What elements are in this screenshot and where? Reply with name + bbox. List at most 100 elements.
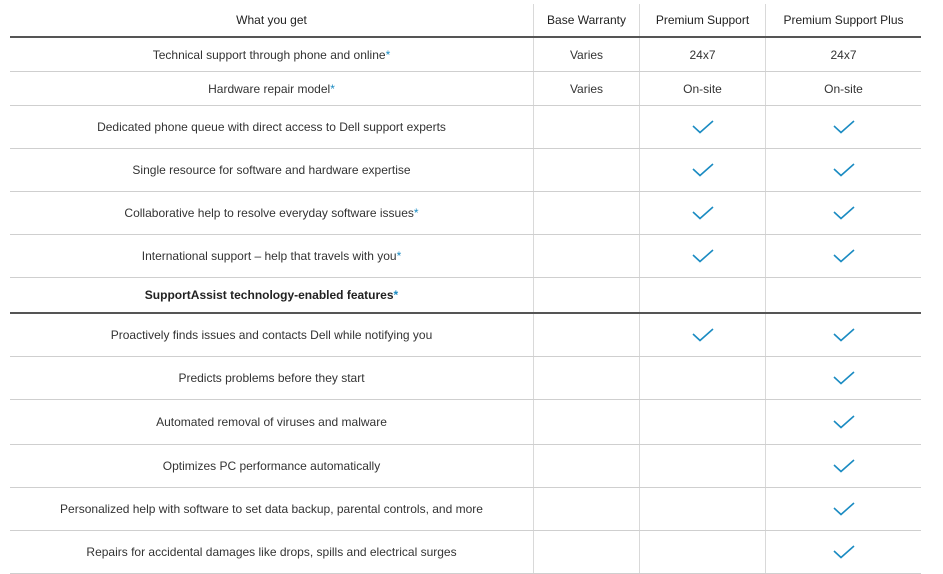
table-row: Repairs for accidental damages like drop…: [10, 531, 921, 574]
premium-support-plus-cell: [765, 106, 921, 148]
premium-support-plus-cell: [765, 488, 921, 530]
premium-support-cell: [639, 192, 765, 234]
header-premium-support: Premium Support: [639, 4, 765, 36]
feature-text: Hardware repair model: [208, 81, 331, 96]
feature-text: SupportAssist technology-enabled feature…: [144, 288, 394, 302]
premium-support-plus-cell: [765, 314, 921, 356]
checkmark-icon: [832, 459, 855, 473]
premium-support-cell: [639, 357, 765, 399]
premium-support-plus-cell: [765, 149, 921, 191]
feature-label: Hardware repair model *: [10, 72, 533, 105]
checkmark-icon: [832, 371, 855, 385]
feature-label: Proactively finds issues and contacts De…: [10, 314, 533, 356]
premium-support-cell: [639, 235, 765, 277]
premium-support-cell: [639, 314, 765, 356]
checkmark-icon: [832, 206, 855, 220]
base-warranty-cell: Varies: [533, 38, 639, 71]
feature-label: Optimizes PC performance automatically: [10, 445, 533, 487]
footnote-asterisk: *: [396, 249, 402, 263]
premium-support-plus-cell: On-site: [765, 72, 921, 105]
table-row: Technical support through phone and onli…: [10, 38, 921, 72]
premium-support-plus-cell: [765, 357, 921, 399]
base-warranty-cell: Varies: [533, 72, 639, 105]
feature-text: Single resource for software and hardwar…: [132, 163, 411, 177]
table-row: Hardware repair model * Varies On-site On-si…: [10, 72, 921, 106]
checkmark-icon: [832, 163, 855, 177]
feature-text: Automated removal of viruses and malware: [156, 415, 387, 429]
feature-label: Single resource for software and hardwar…: [10, 149, 533, 191]
premium-support-plus-cell: [765, 278, 921, 312]
table-row: Collaborative help to resolve everyday s…: [10, 192, 921, 235]
feature-label: Repairs for accidental damages like drop…: [10, 531, 533, 573]
premium-support-plus-cell: [765, 531, 921, 573]
feature-label: Predicts problems before they start: [10, 357, 533, 399]
checkmark-icon: [832, 328, 855, 342]
feature-label: International support – help that travel…: [10, 235, 533, 277]
feature-label: Personalized help with software to set d…: [10, 488, 533, 530]
checkmark-icon: [691, 120, 714, 134]
footnote-asterisk: *: [385, 47, 391, 62]
comparison-table: What you get Base Warranty Premium Suppo…: [10, 4, 921, 574]
feature-label: Dedicated phone queue with direct access…: [10, 106, 533, 148]
base-warranty-cell: [533, 278, 639, 312]
premium-support-cell: 24x7: [639, 38, 765, 71]
feature-label: Technical support through phone and onli…: [10, 38, 533, 71]
feature-text: Optimizes PC performance automatically: [162, 459, 381, 473]
footnote-asterisk: *: [393, 288, 399, 302]
table-row: International support – help that travel…: [10, 235, 921, 278]
feature-text: Technical support through phone and onli…: [152, 47, 386, 62]
feature-text: Personalized help with software to set d…: [60, 502, 483, 516]
feature-text: International support – help that travel…: [141, 249, 397, 263]
base-warranty-cell: [533, 106, 639, 148]
base-warranty-cell: [533, 235, 639, 277]
checkmark-icon: [691, 328, 714, 342]
premium-support-cell: [639, 488, 765, 530]
premium-support-cell: On-site: [639, 72, 765, 105]
feature-label: Automated removal of viruses and malware: [10, 400, 533, 444]
table-header: What you get Base Warranty Premium Suppo…: [10, 4, 921, 38]
table-row: Optimizes PC performance automatically: [10, 445, 921, 488]
feature-text: Repairs for accidental damages like drop…: [86, 545, 457, 559]
premium-support-cell: [639, 531, 765, 573]
feature-text: Dedicated phone queue with direct access…: [97, 120, 446, 134]
header-premium-support-plus: Premium Support Plus: [765, 4, 921, 36]
header-what-you-get: What you get: [236, 13, 307, 27]
premium-support-plus-cell: [765, 445, 921, 487]
footnote-asterisk: *: [330, 81, 335, 96]
table-body: Technical support through phone and onli…: [10, 38, 921, 574]
premium-support-cell: [639, 400, 765, 444]
base-warranty-cell: [533, 314, 639, 356]
premium-support-cell: [639, 445, 765, 487]
table-row: Dedicated phone queue with direct access…: [10, 106, 921, 149]
checkmark-icon: [691, 163, 714, 177]
section-header-row: SupportAssist technology-enabled feature…: [10, 278, 921, 314]
checkmark-icon: [832, 120, 855, 134]
footnote-asterisk: *: [413, 206, 419, 220]
premium-support-plus-cell: [765, 400, 921, 444]
feature-text: Proactively finds issues and contacts De…: [110, 328, 433, 342]
premium-support-plus-cell: [765, 192, 921, 234]
header-base-warranty: Base Warranty: [533, 4, 639, 36]
table-row: Predicts problems before they start: [10, 357, 921, 400]
base-warranty-cell: [533, 400, 639, 444]
checkmark-icon: [832, 545, 855, 559]
feature-text: Collaborative help to resolve everyday s…: [124, 206, 414, 220]
checkmark-icon: [832, 415, 855, 429]
table-row: Single resource for software and hardwar…: [10, 149, 921, 192]
checkmark-icon: [832, 249, 855, 263]
checkmark-icon: [691, 249, 714, 263]
feature-text: Predicts problems before they start: [178, 371, 365, 385]
table-row: Proactively finds issues and contacts De…: [10, 314, 921, 357]
premium-support-cell: [639, 278, 765, 312]
premium-support-cell: [639, 106, 765, 148]
premium-support-plus-cell: 24x7: [765, 38, 921, 71]
feature-label: SupportAssist technology-enabled feature…: [10, 278, 533, 312]
premium-support-cell: [639, 149, 765, 191]
base-warranty-cell: [533, 445, 639, 487]
base-warranty-cell: [533, 192, 639, 234]
base-warranty-cell: [533, 357, 639, 399]
base-warranty-cell: [533, 531, 639, 573]
table-row: Personalized help with software to set d…: [10, 488, 921, 531]
premium-support-plus-cell: [765, 235, 921, 277]
feature-label: Collaborative help to resolve everyday s…: [10, 192, 533, 234]
